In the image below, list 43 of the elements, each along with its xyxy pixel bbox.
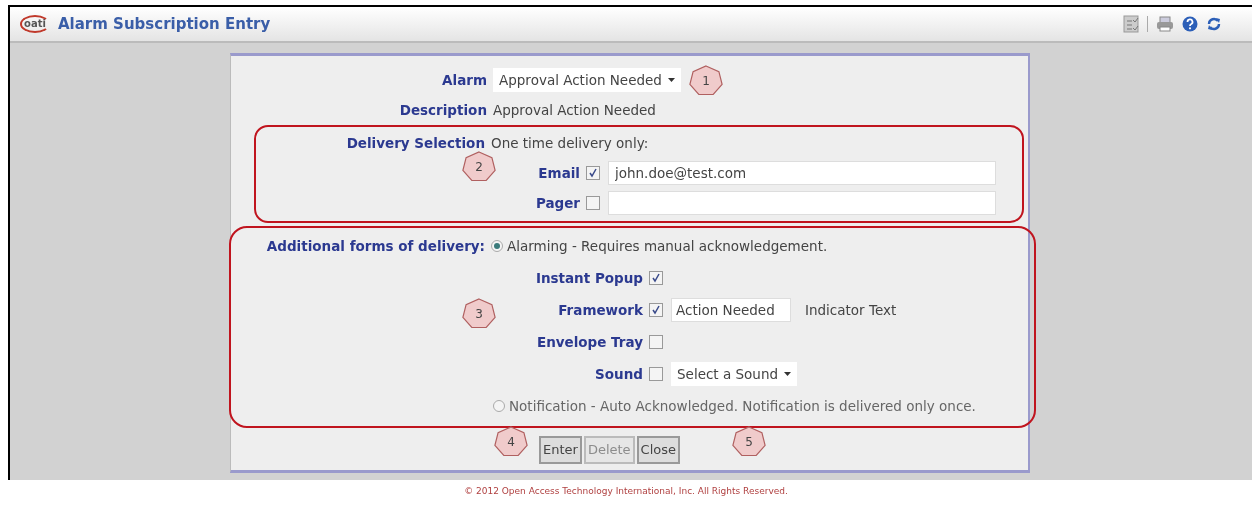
sound-select[interactable]: Select a Sound: [671, 362, 797, 386]
field-label: Sound: [595, 365, 643, 382]
form-button[interactable]: Close: [636, 436, 680, 464]
checkbox[interactable]: [649, 367, 663, 381]
text-field[interactable]: john.doe@test.com: [608, 161, 996, 185]
field-label: Alarm: [442, 71, 487, 88]
field-label: Email: [538, 164, 580, 181]
indicator-text-label: Indicator Text: [805, 300, 897, 320]
alarm-select[interactable]: Approval Action Needed: [493, 68, 681, 92]
copyright-text: © 2012 Open Access Technology International, Inc. All Rights Reserved.: [463, 485, 789, 498]
callout-badge: 2: [461, 150, 497, 182]
radio-button[interactable]: [491, 240, 503, 252]
caret-icon: [667, 78, 675, 82]
checkbox[interactable]: [649, 271, 663, 285]
callout-badge: 4: [493, 425, 529, 457]
radio-button[interactable]: [493, 400, 505, 412]
description-text: Approval Action Needed: [493, 100, 656, 120]
window-title: Alarm Subscription Entry: [58, 13, 271, 35]
option-label: Alarming - Requires manual acknowledgement.: [507, 236, 828, 256]
text-field[interactable]: [608, 191, 996, 215]
caret-icon: [784, 372, 791, 376]
field-label: Pager: [535, 194, 580, 211]
checkbox[interactable]: [586, 166, 600, 180]
callout-badge: 3: [461, 297, 497, 329]
checkbox[interactable]: [649, 303, 663, 317]
callout-badge: 5: [731, 425, 767, 457]
text-field[interactable]: Action Needed: [671, 298, 791, 322]
field-label: Envelope Tray: [536, 333, 643, 350]
field-label: Additional forms of delivery:: [266, 237, 485, 254]
refresh-icon[interactable]: [1206, 16, 1222, 32]
form-button[interactable]: Enter: [538, 436, 582, 464]
print-icon[interactable]: [1156, 16, 1174, 32]
option-label: Notification - Auto Acknowledged. Notification is delivered only once.: [509, 396, 976, 416]
field-label: Delivery Selection: [346, 134, 485, 151]
checklist-icon[interactable]: [1123, 15, 1139, 33]
field-label: Instant Popup: [535, 269, 643, 286]
delivery-note: One time delivery only:: [491, 133, 649, 153]
callout-badge: 1: [688, 64, 724, 96]
help-icon[interactable]: [1182, 16, 1198, 32]
field-label: Framework: [558, 301, 643, 318]
field-label: Description: [399, 101, 487, 118]
checkbox[interactable]: [649, 335, 663, 349]
checkbox[interactable]: [586, 196, 600, 210]
